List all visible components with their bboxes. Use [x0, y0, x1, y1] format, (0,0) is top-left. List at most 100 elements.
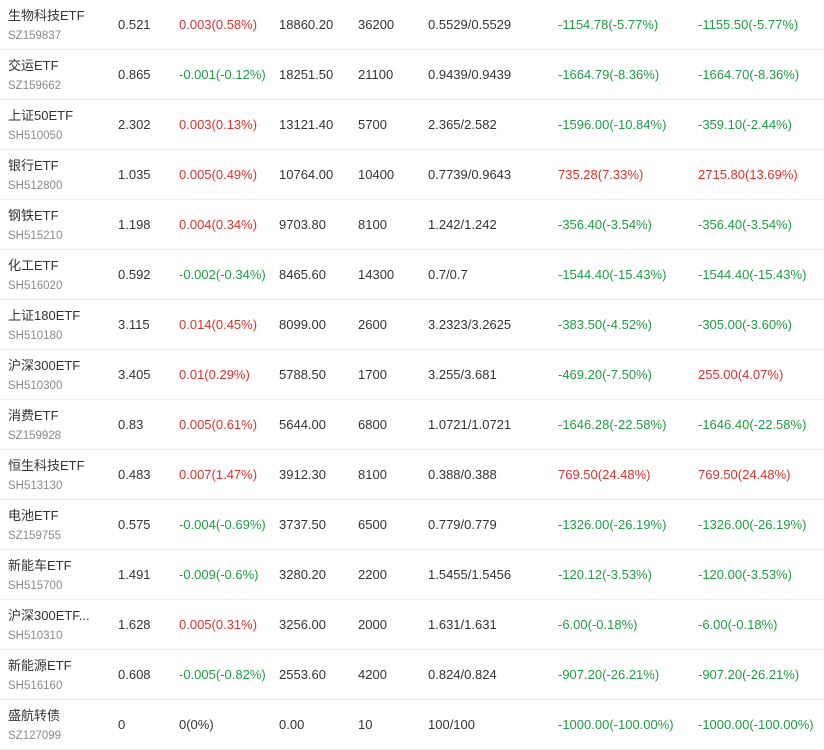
holding-row[interactable]: 沪深300ETF SH510300 3.405 0.01(0.29%) 5788…: [0, 350, 824, 400]
share-count: 1700: [358, 367, 387, 382]
fund-name[interactable]: 电池ETF: [8, 507, 103, 524]
position-pnl: -1326.00(-26.19%): [558, 517, 667, 532]
fund-name[interactable]: 交运ETF: [8, 57, 103, 74]
holding-row[interactable]: 银行ETF SH512800 1.035 0.005(0.49%) 10764.…: [0, 150, 824, 200]
share-count: 8100: [358, 217, 387, 232]
daily-change: 0.005(0.49%): [179, 167, 258, 182]
fund-name-cell[interactable]: 新能源ETF SH516160: [8, 657, 108, 694]
fund-name[interactable]: 上证50ETF: [8, 107, 103, 124]
share-count: 2200: [358, 567, 387, 582]
daily-change: 0(0%): [179, 717, 214, 732]
fund-name-cell[interactable]: 银行ETF SH512800: [8, 157, 108, 194]
fund-name[interactable]: 钢铁ETF: [8, 207, 103, 224]
market-value: 18860.20: [279, 17, 334, 32]
cost-price: 0.388/0.388: [428, 467, 497, 482]
holding-row[interactable]: 交运ETF SZ159662 0.865 -0.001(-0.12%) 1825…: [0, 50, 824, 100]
daily-change: -0.009(-0.6%): [179, 567, 259, 582]
total-pnl: -1646.40(-22.58%): [698, 417, 807, 432]
total-pnl: -907.20(-26.21%): [698, 667, 800, 682]
current-price: 1.035: [118, 167, 151, 182]
cost-price: 100/100: [428, 717, 475, 732]
fund-code: SH516160: [8, 680, 63, 692]
market-value: 5644.00: [279, 417, 326, 432]
holding-row[interactable]: 钢铁ETF SH515210 1.198 0.004(0.34%) 9703.8…: [0, 200, 824, 250]
total-pnl: -1000.00(-100.00%): [698, 717, 814, 732]
daily-change: -0.001(-0.12%): [179, 67, 266, 82]
holding-row[interactable]: 恒生科技ETF SH513130 0.483 0.007(1.47%) 3912…: [0, 450, 824, 500]
share-count: 5700: [358, 117, 387, 132]
holding-row[interactable]: 电池ETF SZ159755 0.575 -0.004(-0.69%) 3737…: [0, 500, 824, 550]
position-pnl: -1154.78(-5.77%): [558, 17, 659, 32]
cost-price: 1.5455/1.5456: [428, 567, 512, 582]
fund-code: SZ159755: [8, 530, 62, 542]
fund-name-cell[interactable]: 恒生科技ETF SH513130: [8, 457, 108, 494]
holding-row[interactable]: 生物科技ETF SZ159837 0.521 0.003(0.58%) 1886…: [0, 0, 824, 50]
current-price: 0.575: [118, 517, 151, 532]
fund-name-cell[interactable]: 电池ETF SZ159755: [8, 507, 108, 544]
fund-name[interactable]: 沪深300ETF: [8, 357, 103, 374]
share-count: 8100: [358, 467, 387, 482]
fund-name-cell[interactable]: 消费ETF SZ159928: [8, 407, 108, 444]
holding-row[interactable]: 新能车ETF SH515700 1.491 -0.009(-0.6%) 3280…: [0, 550, 824, 600]
total-pnl: -1326.00(-26.19%): [698, 517, 807, 532]
holding-row[interactable]: 盛航转债 SZ127099 0 0(0%) 0.00 10 100/100 -1…: [0, 700, 824, 750]
fund-name-cell[interactable]: 化工ETF SH516020: [8, 257, 108, 294]
current-price: 0.483: [118, 467, 151, 482]
fund-name[interactable]: 生物科技ETF: [8, 7, 103, 24]
share-count: 36200: [358, 17, 395, 32]
holding-row[interactable]: 上证50ETF SH510050 2.302 0.003(0.13%) 1312…: [0, 100, 824, 150]
fund-name[interactable]: 银行ETF: [8, 157, 103, 174]
fund-name-cell[interactable]: 沪深300ETF SH510300: [8, 357, 108, 394]
market-value: 3256.00: [279, 617, 326, 632]
fund-name[interactable]: 上证180ETF: [8, 307, 103, 324]
fund-name-cell[interactable]: 交运ETF SZ159662: [8, 57, 108, 94]
position-pnl: -1664.79(-8.36%): [558, 67, 660, 82]
holding-row[interactable]: 消费ETF SZ159928 0.83 0.005(0.61%) 5644.00…: [0, 400, 824, 450]
fund-name-cell[interactable]: 钢铁ETF SH515210: [8, 207, 108, 244]
fund-code: SH512800: [8, 180, 63, 192]
fund-name[interactable]: 恒生科技ETF: [8, 457, 103, 474]
total-pnl: -305.00(-3.60%): [698, 317, 792, 332]
position-pnl: -120.12(-3.53%): [558, 567, 652, 582]
market-value: 8099.00: [279, 317, 326, 332]
holding-row[interactable]: 上证180ETF SH510180 3.115 0.014(0.45%) 809…: [0, 300, 824, 350]
fund-name[interactable]: 盛航转债: [8, 707, 103, 724]
cost-price: 0.7739/0.9643: [428, 167, 512, 182]
market-value: 3280.20: [279, 567, 326, 582]
position-pnl: 735.28(7.33%): [558, 167, 644, 182]
fund-code: SH510180: [8, 330, 63, 342]
fund-code: SH510300: [8, 380, 63, 392]
fund-name[interactable]: 化工ETF: [8, 257, 103, 274]
fund-name-cell[interactable]: 盛航转债 SZ127099: [8, 707, 108, 744]
fund-name[interactable]: 沪深300ETF...: [8, 607, 103, 624]
market-value: 8465.60: [279, 267, 326, 282]
position-pnl: -1646.28(-22.58%): [558, 417, 667, 432]
fund-name-cell[interactable]: 生物科技ETF SZ159837: [8, 7, 108, 44]
total-pnl: -1155.50(-5.77%): [698, 17, 799, 32]
position-pnl: -6.00(-0.18%): [558, 617, 638, 632]
daily-change: -0.005(-0.82%): [179, 667, 266, 682]
fund-name-cell[interactable]: 沪深300ETF... SH510310: [8, 607, 108, 644]
fund-code: SZ127099: [8, 730, 62, 742]
fund-code: SZ159662: [8, 80, 62, 92]
cost-price: 0.9439/0.9439: [428, 67, 512, 82]
position-pnl: -1000.00(-100.00%): [558, 717, 674, 732]
total-pnl: -1544.40(-15.43%): [698, 267, 807, 282]
fund-name[interactable]: 新能车ETF: [8, 557, 103, 574]
fund-name[interactable]: 消费ETF: [8, 407, 103, 424]
market-value: 10764.00: [279, 167, 334, 182]
fund-name[interactable]: 新能源ETF: [8, 657, 103, 674]
fund-name-cell[interactable]: 上证50ETF SH510050: [8, 107, 108, 144]
market-value: 5788.50: [279, 367, 326, 382]
holding-row[interactable]: 沪深300ETF... SH510310 1.628 0.005(0.31%) …: [0, 600, 824, 650]
fund-name-cell[interactable]: 新能车ETF SH515700: [8, 557, 108, 594]
daily-change: 0.005(0.61%): [179, 417, 258, 432]
daily-change: 0.01(0.29%): [179, 367, 250, 382]
cost-price: 0.5529/0.5529: [428, 17, 512, 32]
fund-name-cell[interactable]: 上证180ETF SH510180: [8, 307, 108, 344]
share-count: 4200: [358, 667, 387, 682]
current-price: 0.83: [118, 417, 144, 432]
fund-code: SZ159928: [8, 430, 62, 442]
holding-row[interactable]: 化工ETF SH516020 0.592 -0.002(-0.34%) 8465…: [0, 250, 824, 300]
holding-row[interactable]: 新能源ETF SH516160 0.608 -0.005(-0.82%) 255…: [0, 650, 824, 700]
